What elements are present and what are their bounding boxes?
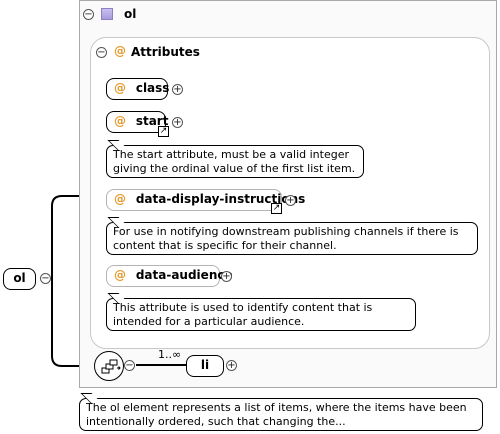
data-display-instructions-documentation: For use in notifying downstream publishi…	[106, 217, 478, 255]
attribute-start[interactable]: @ start	[106, 111, 168, 133]
expand-start-icon[interactable]: +	[172, 117, 183, 128]
at-sign-icon: @	[114, 268, 126, 282]
ol-title: ol	[124, 7, 137, 21]
attribute-name: data-audience	[135, 268, 233, 282]
li-element[interactable]: li	[186, 355, 224, 377]
expand-data-audience-icon[interactable]: +	[221, 271, 232, 282]
doc-text: For use in notifying downstream publishi…	[113, 225, 459, 252]
li-label: li	[200, 358, 210, 372]
expand-data-display-instructions-icon[interactable]: +	[285, 195, 296, 206]
ol-root-element[interactable]: ol	[3, 268, 36, 290]
expand-class-icon[interactable]: +	[172, 84, 183, 95]
ol-root-label: ol	[13, 271, 26, 285]
element-square-icon	[101, 8, 113, 20]
start-documentation: The start attribute, must be a valid int…	[106, 140, 364, 178]
doc-text: The start attribute, must be a valid int…	[113, 148, 356, 175]
collapse-ol-icon[interactable]: −	[83, 9, 94, 20]
at-sign-icon: @	[114, 81, 126, 95]
sequence-to-li-line	[136, 364, 186, 366]
sequence-glyph	[101, 359, 121, 374]
attribute-name: class	[135, 81, 170, 95]
data-audience-documentation: This attribute is used to identify conte…	[106, 293, 416, 331]
at-sign-icon: @	[114, 44, 126, 58]
collapse-sequence-icon[interactable]: −	[124, 360, 135, 371]
expand-li-icon[interactable]: +	[226, 360, 237, 371]
link-arrow-icon[interactable]: ↗	[271, 203, 282, 214]
doc-text: The ol element represents a list of item…	[86, 401, 467, 428]
attribute-data-audience[interactable]: @ data-audience	[106, 265, 233, 287]
attributes-header: Attributes	[131, 45, 200, 59]
root-to-sequence-connector	[51, 195, 80, 278]
sequence-compositor-icon[interactable]	[94, 351, 124, 381]
ol-documentation: The ol element represents a list of item…	[79, 393, 483, 431]
at-sign-icon: @	[114, 192, 126, 206]
link-arrow-icon[interactable]: ↗	[158, 126, 169, 137]
at-sign-icon: @	[114, 114, 126, 128]
collapse-root-icon[interactable]: −	[40, 273, 51, 284]
attribute-data-display-instructions[interactable]: @ data-display-instructions	[106, 189, 305, 211]
attribute-class[interactable]: @ class	[106, 78, 170, 100]
doc-text: This attribute is used to identify conte…	[113, 301, 373, 328]
cardinality-label: 1..∞	[158, 348, 182, 361]
collapse-attributes-icon[interactable]: −	[96, 47, 107, 58]
